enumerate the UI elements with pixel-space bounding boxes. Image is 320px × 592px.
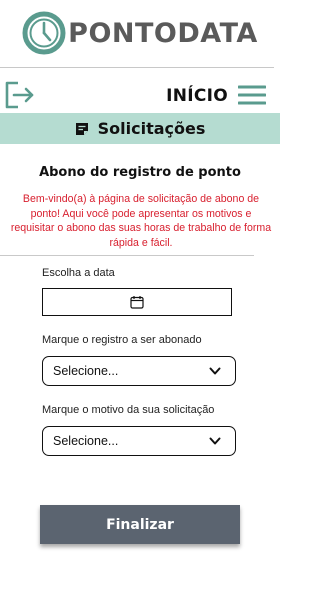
section-title: Solicitações [97,119,206,138]
section-header: Solicitações [0,113,280,144]
reason-select[interactable]: Selecione... [42,426,236,456]
document-icon [75,122,88,135]
date-label: Escolha a data [42,267,115,279]
chevron-down-icon [209,367,221,375]
record-select[interactable]: Selecione... [42,356,236,386]
chevron-down-icon [209,437,221,445]
home-link[interactable]: INÍCIO [166,86,228,106]
form-divider [0,255,254,256]
reason-select-value: Selecione... [53,434,119,448]
brand-header: PONTODATA [0,0,280,66]
calendar-icon[interactable] [130,295,144,309]
hamburger-menu-icon[interactable] [238,84,266,106]
record-select-value: Selecione... [53,364,119,378]
header-divider [0,67,274,68]
welcome-message: Bem-vindo(a) à página de solicitação de … [10,193,272,249]
logout-icon[interactable] [3,79,35,111]
submit-button[interactable]: Finalizar [40,505,240,544]
reason-label: Marque o motivo da sua solicitação [42,404,215,416]
clock-logo-icon [22,11,66,55]
date-input[interactable] [42,288,232,316]
record-label: Marque o registro a ser abonado [42,334,202,346]
nav-bar: INÍCIO [0,76,280,112]
page-title: Abono do registro de ponto [39,165,241,180]
brand-name: PONTODATA [68,17,258,49]
